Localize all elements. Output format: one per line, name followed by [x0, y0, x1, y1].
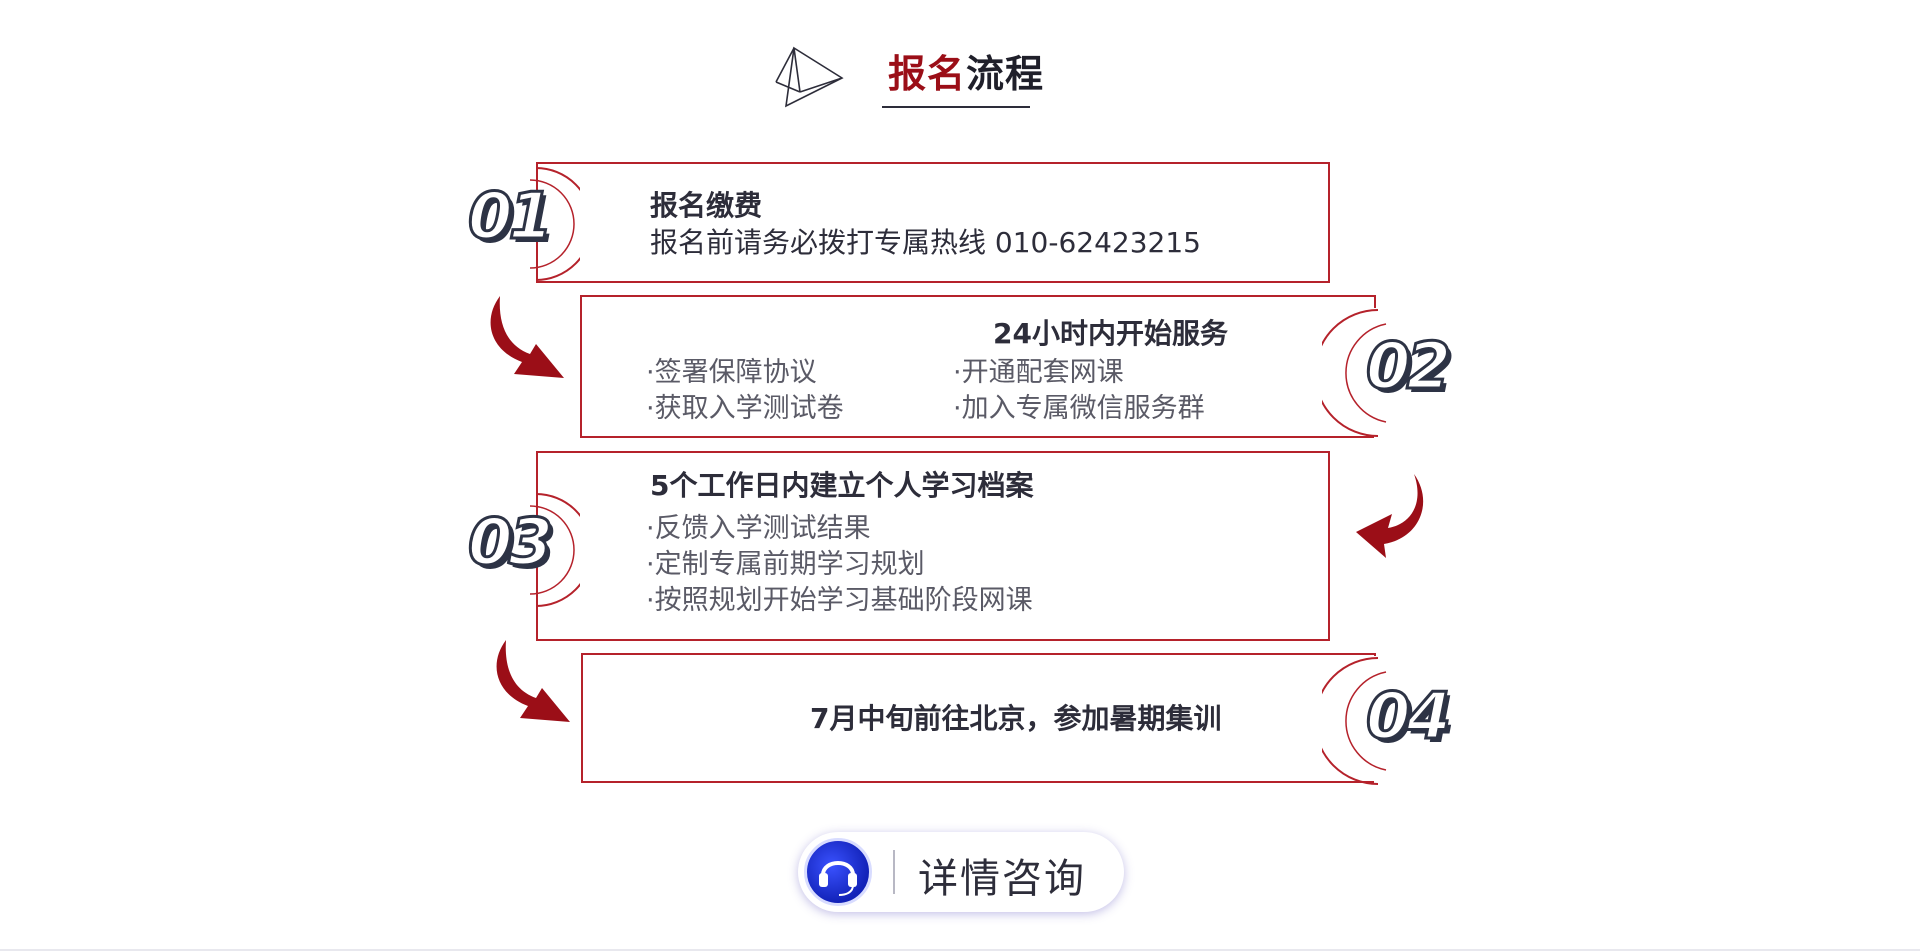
step-2-bullet-4: ·加入专属微信服务群: [953, 393, 1205, 424]
title-part-2: 流程: [966, 52, 1045, 96]
page-title: 报名流程: [888, 44, 1044, 104]
step-2-bullet-3: ·开通配套网课: [953, 357, 1124, 388]
curved-arrow-icon: [490, 296, 564, 378]
step-1-hotline: 报名前请务必拨打专属热线 010-62423215: [650, 226, 1201, 259]
title-part-1: 报名: [888, 52, 967, 96]
step-1-number: 01: [466, 179, 554, 256]
step-3-bullet-2: ·定制专属前期学习规划: [646, 549, 925, 580]
step-3-bullet-1: ·反馈入学测试结果: [646, 513, 871, 544]
step-3-bullet-3: ·按照规划开始学习基础阶段网课: [646, 585, 1033, 616]
step-3-number: 03: [466, 505, 554, 582]
step-2-bullet-1: ·签署保障协议: [646, 357, 817, 388]
consult-label: 详情咨询: [918, 856, 1086, 902]
divider: [893, 850, 895, 894]
consult-button[interactable]: 详情咨询: [798, 832, 1124, 912]
headset-icon: [804, 838, 872, 906]
curved-arrow-icon: [496, 640, 570, 722]
step-4-number: 04: [1364, 679, 1452, 756]
step-4-title: 7月中旬前往北京，参加暑期集训: [810, 702, 1222, 735]
step-2-bullet-2: ·获取入学测试卷: [646, 393, 844, 424]
step-1-title: 报名缴费: [650, 189, 763, 222]
step-3-title: 5个工作日内建立个人学习档案: [650, 469, 1034, 502]
title-underline: [882, 106, 1030, 108]
prism-icon: [775, 46, 844, 108]
step-2-title: 24小时内开始服务: [993, 317, 1228, 350]
step-2-number: 02: [1364, 329, 1452, 406]
curved-arrow-icon: [1356, 474, 1424, 558]
